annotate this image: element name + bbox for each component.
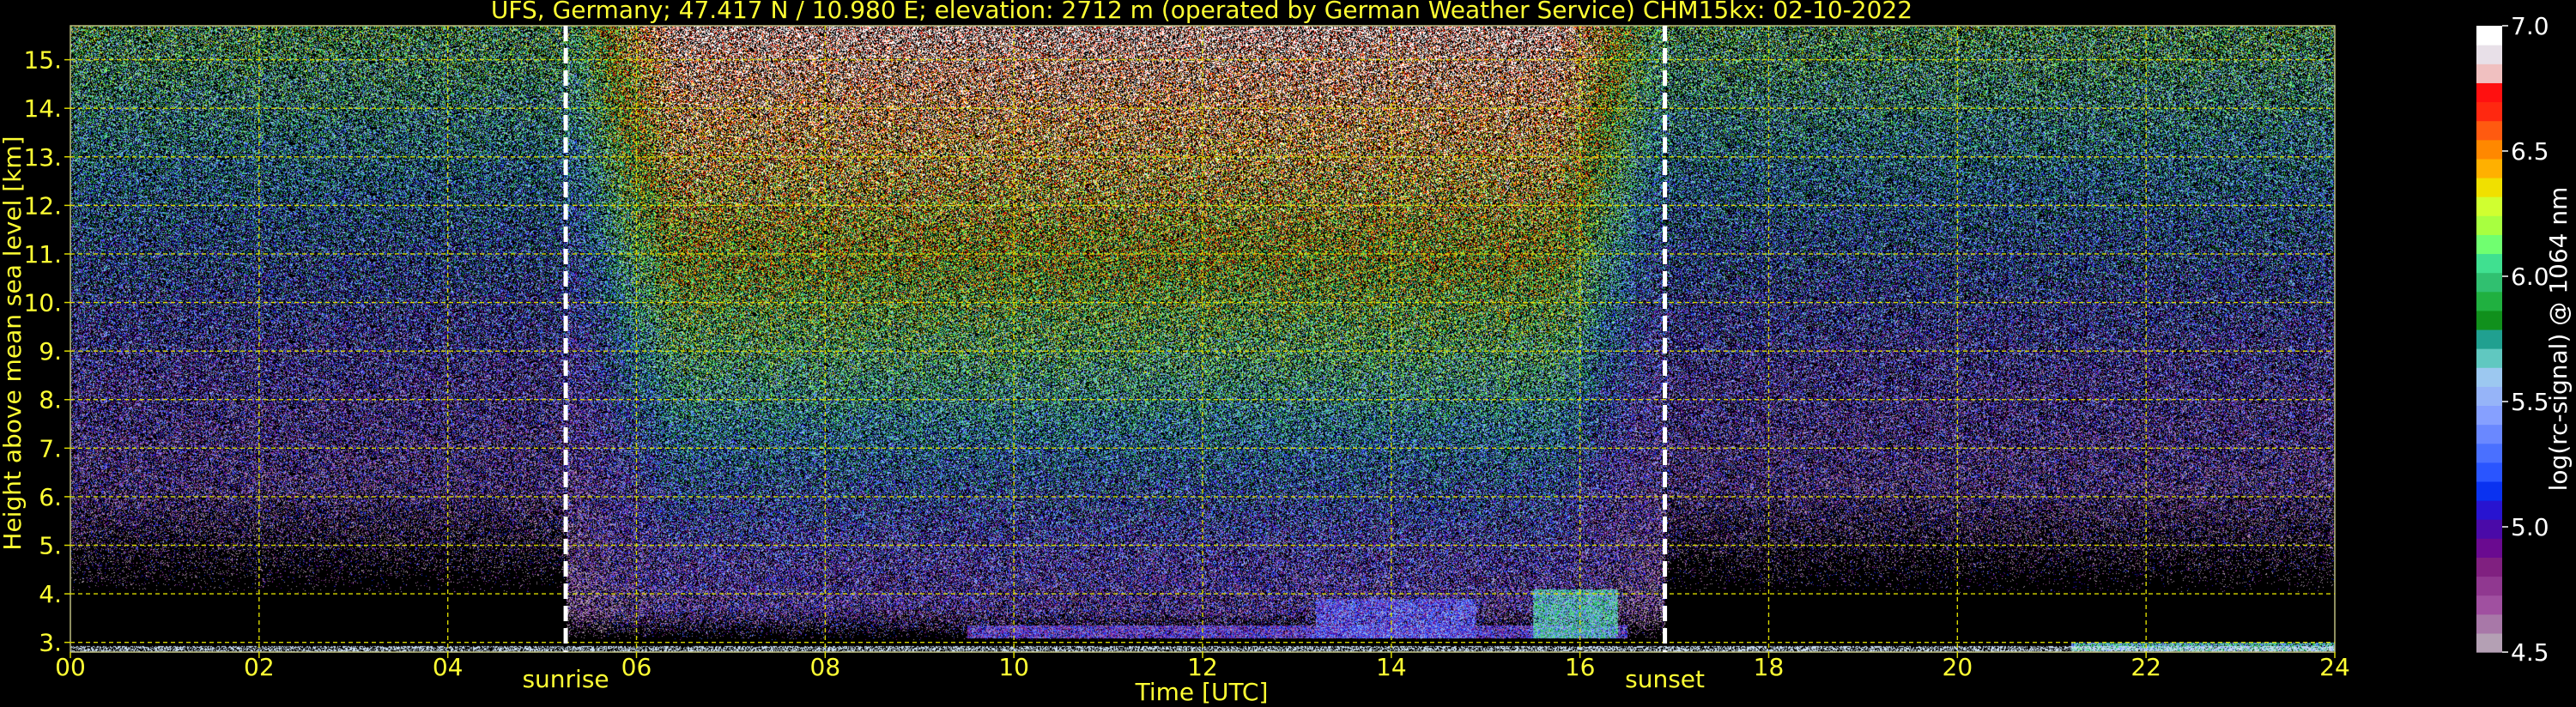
colorbar-tick-label: 5.5: [2511, 388, 2549, 416]
y-tick-label: 5.: [39, 532, 62, 560]
colorbar-tick-label: 6.5: [2511, 137, 2549, 166]
y-tick-label: 12.: [23, 191, 62, 220]
colorbar-segment: [2476, 632, 2502, 653]
x-tick-label: 02: [244, 653, 275, 681]
colorbar-segment: [2476, 82, 2502, 103]
x-tick-label: 14: [1376, 653, 1407, 681]
colorbar-segment: [2476, 63, 2502, 83]
colorbar-segment: [2476, 120, 2502, 141]
y-tick-label: 3.: [39, 629, 62, 657]
colorbar-segment: [2476, 139, 2502, 160]
x-tick-label: 06: [621, 653, 652, 681]
colorbar-segment: [2476, 26, 2502, 45]
colorbar-segment: [2476, 500, 2502, 520]
colorbar-segment: [2476, 177, 2502, 197]
x-tick-label: 20: [1943, 653, 1973, 681]
colorbar-segment: [2476, 405, 2502, 426]
y-axis-label: Height above mean sea level [km]: [0, 136, 27, 550]
colorbar-segment: [2476, 291, 2502, 311]
x-tick-label: 00: [55, 653, 86, 681]
colorbar-tick-label: 6.0: [2511, 263, 2549, 291]
y-tick-label: 9.: [39, 337, 62, 366]
y-tick-label: 13.: [23, 143, 62, 172]
y-tick-label: 11.: [23, 240, 62, 269]
colorbar-segment: [2476, 367, 2502, 387]
colorbar-label: log(rc-signal) @ 1064 nm: [2544, 187, 2573, 492]
y-tick-label: 14.: [23, 94, 62, 123]
x-tick-label: 16: [1565, 653, 1596, 681]
colorbar-segment: [2476, 595, 2502, 615]
colorbar-segment: [2476, 424, 2502, 444]
colorbar-tick-label: 7.0: [2511, 12, 2549, 40]
annotation-label: sunrise: [522, 665, 609, 693]
colorbar-segment: [2476, 519, 2502, 539]
colorbar-segment: [2476, 538, 2502, 558]
y-tick-label: 8.: [39, 386, 62, 414]
x-tick-label: 22: [2131, 653, 2161, 681]
y-tick-label: 15.: [23, 46, 62, 75]
colorbar-segment: [2476, 272, 2502, 293]
y-tick-label: 6.: [39, 483, 62, 511]
y-tick-label: 10.: [23, 289, 62, 317]
colorbar-segment: [2476, 329, 2502, 349]
colorbar-segment: [2476, 215, 2502, 235]
x-tick-label: 04: [433, 653, 464, 681]
x-tick-label: 10: [998, 653, 1029, 681]
y-tick-label: 4.: [39, 580, 62, 608]
x-tick-label: 18: [1754, 653, 1785, 681]
annotation-label: sunset: [1625, 665, 1705, 693]
colorbar-segment: [2476, 158, 2502, 178]
x-tick-label: 24: [2319, 653, 2350, 681]
colorbar-segment: [2476, 310, 2502, 330]
colorbar-segment: [2476, 576, 2502, 596]
x-tick-label: 08: [810, 653, 841, 681]
colorbar-segment: [2476, 480, 2502, 501]
x-axis-label: Time [UTC]: [1135, 678, 1269, 706]
colorbar-segment: [2476, 253, 2502, 274]
chart-title: UFS, Germany; 47.417 N / 10.980 E; eleva…: [491, 0, 1912, 24]
y-tick-label: 7.: [39, 434, 62, 462]
colorbar-segment: [2476, 45, 2502, 64]
colorbar-segment: [2476, 196, 2502, 216]
colorbar-segment: [2476, 386, 2502, 407]
colorbar-tick-label: 5.0: [2511, 513, 2549, 541]
colorbar-tick-label: 4.5: [2511, 638, 2549, 667]
colorbar-segment: [2476, 101, 2502, 122]
colorbar-segment: [2476, 348, 2502, 368]
colorbar-segment: [2476, 234, 2502, 255]
colorbar-segment: [2476, 557, 2502, 577]
ceilometer-chart: sunrise sunset 00 02 04 06 08 10 12 14 16 18 20 22 24…: [0, 0, 2576, 707]
colorbar-segment: [2476, 613, 2502, 634]
colorbar-segment: [2476, 462, 2502, 482]
colorbar-segment: [2476, 443, 2502, 463]
